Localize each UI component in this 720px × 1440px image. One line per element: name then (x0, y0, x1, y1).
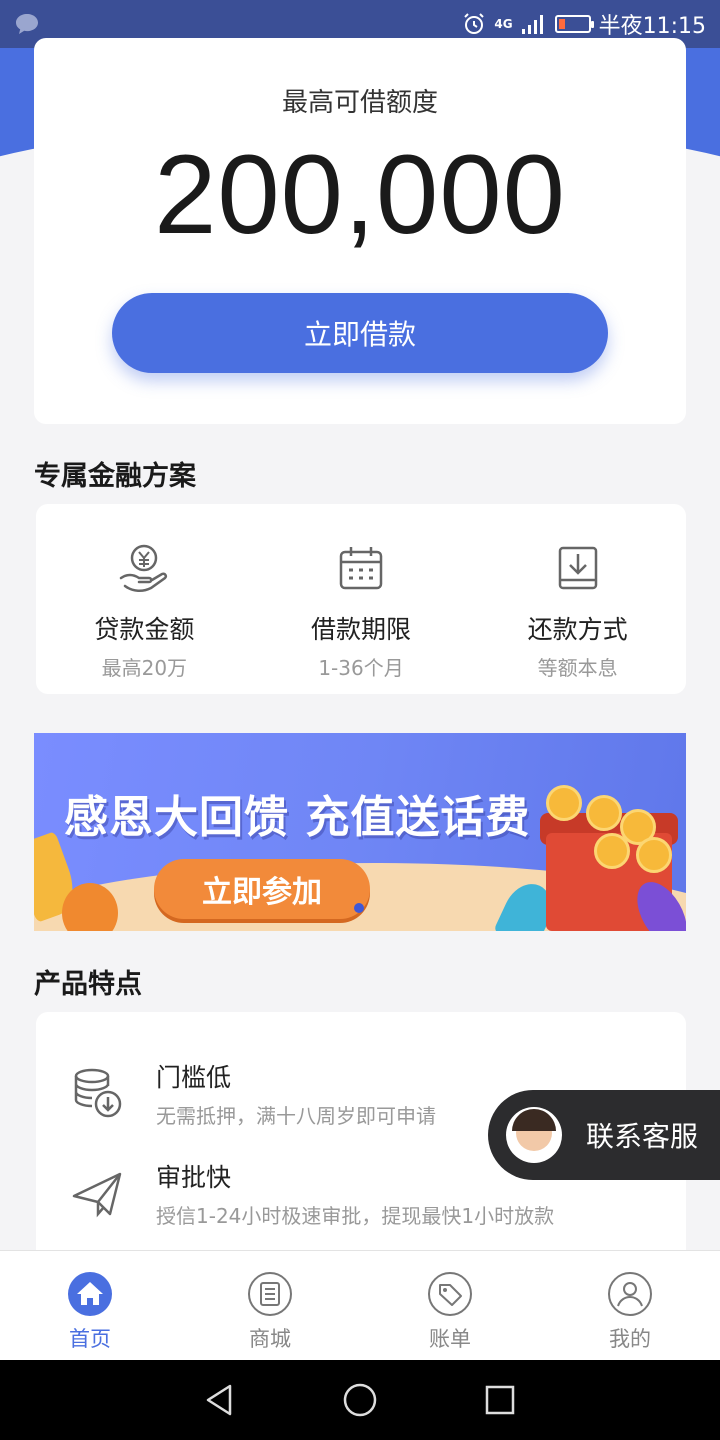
money-hand-icon (120, 544, 168, 592)
feature-title: 门槛低 (156, 1063, 232, 1092)
feature-subtitle: 无需抵押，满十八周岁即可申请 (156, 1104, 436, 1128)
message-icon (16, 14, 38, 34)
coins-stack-icon (74, 1068, 122, 1118)
home-nav-button[interactable] (330, 1370, 390, 1430)
download-tray-icon (558, 546, 597, 590)
signal-icon (521, 15, 543, 34)
system-navigation-bar (0, 1360, 720, 1440)
tab-mine[interactable]: 我的 (540, 1251, 720, 1360)
tab-home[interactable]: 首页 (0, 1251, 180, 1360)
feature-subtitle: 授信1-24小时极速审批，提现最快1小时放款 (156, 1204, 555, 1228)
plan-card: 贷款金额 最高20万 借款期限 1-36个月 还款方式 等额本息 (36, 504, 686, 694)
plan-item-title: 借款期限 (311, 615, 412, 644)
network-label: 4G (494, 17, 513, 31)
coin-icon (546, 785, 582, 821)
recents-button[interactable] (470, 1370, 530, 1430)
promo-banner[interactable]: 感恩大回馈 充值送话费 立即参加 (34, 733, 686, 931)
back-triangle-icon (206, 1384, 232, 1416)
plan-section-title: 专属金融方案 (34, 461, 196, 492)
shop-list-icon (248, 1272, 292, 1316)
banner-title: 感恩大回馈 充值送话费 (64, 792, 531, 843)
home-icon (68, 1272, 112, 1316)
recents-square-icon (485, 1385, 515, 1415)
coin-icon (594, 833, 630, 869)
plan-item-title: 还款方式 (527, 615, 628, 644)
tab-label: 首页 (69, 1327, 111, 1351)
tab-shop[interactable]: 商城 (180, 1251, 360, 1360)
bottom-tab-bar: 首页 商城 账单 我的 (0, 1250, 720, 1360)
plan-item-subtitle: 1-36个月 (318, 656, 404, 680)
alarm-icon (464, 13, 485, 34)
home-circle-icon (343, 1383, 377, 1417)
tag-icon (428, 1272, 472, 1316)
plan-item-title: 贷款金额 (94, 615, 195, 644)
limit-title: 最高可借额度 (281, 88, 438, 118)
credit-limit-card: 最高可借额度 200,000 立即借款 (34, 38, 686, 424)
borrow-now-button[interactable]: 立即借款 (112, 293, 608, 373)
battery-icon (554, 15, 594, 33)
calendar-icon (339, 547, 383, 590)
join-now-button[interactable]: 立即参加 (154, 859, 370, 919)
paper-plane-icon (72, 1172, 122, 1218)
status-time: 半夜11:15 (598, 14, 706, 39)
user-icon (608, 1272, 652, 1316)
features-section-title: 产品特点 (34, 969, 142, 1000)
tab-bills[interactable]: 账单 (360, 1251, 540, 1360)
tab-label: 我的 (609, 1327, 651, 1351)
contact-support-button[interactable]: 联系客服 (488, 1090, 720, 1180)
plan-item-repayment[interactable]: 还款方式 等额本息 (469, 504, 686, 694)
plan-item-subtitle: 等额本息 (537, 656, 618, 680)
feature-title: 审批快 (156, 1163, 232, 1192)
coin-icon (636, 837, 672, 873)
back-button[interactable] (190, 1370, 250, 1430)
tab-label: 账单 (429, 1327, 471, 1351)
coin-icon (586, 795, 622, 831)
limit-amount: 200,000 (154, 132, 566, 257)
plan-item-loan-amount[interactable]: 贷款金额 最高20万 (36, 504, 253, 694)
plan-item-loan-term[interactable]: 借款期限 1-36个月 (253, 504, 470, 694)
carousel-dot (354, 903, 364, 913)
tab-label: 商城 (249, 1327, 291, 1351)
plan-item-subtitle: 最高20万 (101, 656, 188, 680)
contact-support-label: 联系客服 (586, 1120, 699, 1153)
support-agent-avatar (506, 1107, 562, 1163)
